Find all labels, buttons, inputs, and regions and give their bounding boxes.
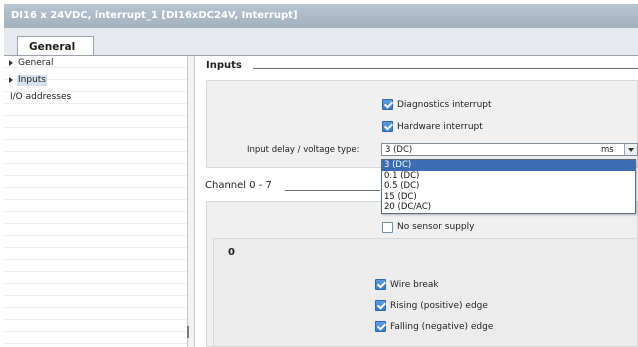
input-delay-label: Input delay / voltage type: [247, 145, 360, 155]
dropdown-option[interactable]: 3 (DC) [382, 160, 635, 171]
tab-general[interactable]: General [17, 36, 94, 57]
chevron-down-icon[interactable] [624, 144, 637, 155]
panel-splitter[interactable] [187, 56, 195, 347]
channel-section-title: Channel 0 - 7 [205, 180, 272, 191]
expand-arrow-icon[interactable] [9, 77, 13, 83]
hardware-interrupt-label: Hardware interrupt [397, 122, 483, 132]
wire-break-checkbox[interactable] [375, 279, 386, 290]
window-title: DI16 x 24VDC, interrupt_1 [DI16xDC24V, I… [11, 10, 298, 21]
input-delay-dropdown: 3 (DC) 0.1 (DC) 0.5 (DC) 15 (DC) 20 (DC/… [381, 159, 636, 214]
navigation-tree: General Inputs I/O addresses [4, 56, 187, 347]
nav-item-general[interactable]: General [4, 58, 187, 69]
diagnostics-interrupt-checkbox[interactable] [382, 99, 393, 110]
dropdown-option[interactable]: 15 (DC) [382, 192, 635, 203]
channel-group-label: 0 [228, 247, 235, 258]
input-delay-unit: ms [601, 145, 614, 155]
input-delay-select[interactable]: 3 (DC) ms [381, 143, 638, 156]
dropdown-option[interactable]: 0.1 (DC) [382, 171, 635, 182]
dropdown-option[interactable]: 0.5 (DC) [382, 181, 635, 192]
window-title-bar: DI16 x 24VDC, interrupt_1 [DI16xDC24V, I… [4, 4, 638, 28]
wire-break-label: Wire break [390, 280, 439, 290]
section-divider [285, 190, 380, 191]
no-sensor-supply-checkbox[interactable] [382, 222, 393, 233]
splitter-grip-icon[interactable] [187, 326, 189, 338]
tab-strip: General [4, 28, 638, 57]
rising-edge-label: Rising (positive) edge [390, 301, 488, 311]
hardware-interrupt-checkbox[interactable] [382, 121, 393, 132]
expand-arrow-icon[interactable] [9, 60, 13, 66]
section-divider [253, 68, 638, 69]
nav-item-label: General [18, 58, 54, 68]
nav-item-io-addresses[interactable]: I/O addresses [4, 92, 187, 103]
no-sensor-supply-label: No sensor supply [397, 222, 475, 232]
nav-item-label: I/O addresses [10, 92, 72, 102]
inputs-section-title: Inputs [206, 60, 242, 71]
falling-edge-label: Falling (negative) edge [390, 322, 494, 332]
nav-item-label: Inputs [17, 75, 47, 86]
diagnostics-interrupt-label: Diagnostics interrupt [397, 100, 492, 110]
falling-edge-checkbox[interactable] [375, 321, 386, 332]
input-delay-value: 3 (DC) [385, 145, 413, 155]
dropdown-option[interactable]: 20 (DC/AC) [382, 202, 635, 213]
nav-item-inputs[interactable]: Inputs [4, 75, 187, 86]
properties-content: Inputs Diagnostics interrupt Hardware in… [195, 56, 638, 347]
rising-edge-checkbox[interactable] [375, 300, 386, 311]
